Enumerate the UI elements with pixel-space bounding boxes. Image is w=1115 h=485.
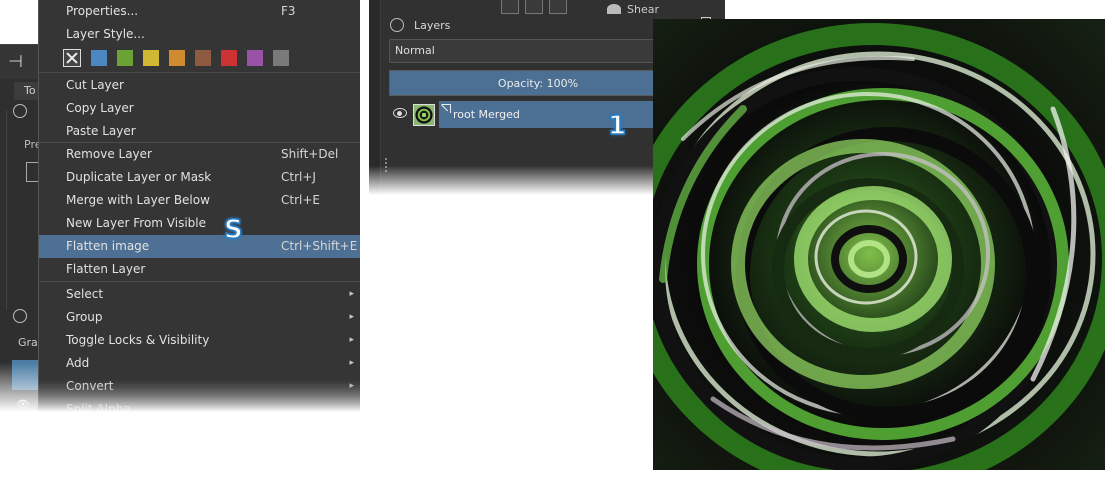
shear-icon	[607, 4, 621, 14]
opacity-slider[interactable]: Opacity: 100%	[389, 70, 687, 96]
menu-item-add[interactable]: Add ▸	[39, 352, 360, 375]
menu-item-flatten-image[interactable]: Flatten image Ctrl+Shift+E	[39, 235, 360, 258]
resize-grip[interactable]	[385, 158, 389, 172]
menu-item-flatten-layer[interactable]: Flatten Layer	[39, 258, 360, 281]
toolbar-button[interactable]	[525, 0, 543, 14]
color-label-green[interactable]	[117, 50, 133, 66]
color-label-yellow[interactable]	[143, 50, 159, 66]
color-label-blue[interactable]	[91, 50, 107, 66]
menu-item-paste-layer[interactable]: Paste Layer	[39, 120, 360, 143]
menu-item-new-layer-from-visible[interactable]: New Layer From Visible	[39, 212, 360, 235]
layers-title: Layers	[414, 19, 451, 32]
chevron-right-icon: ▸	[349, 335, 354, 345]
preset-box[interactable]	[26, 162, 38, 182]
crop-icon[interactable]: ⊣	[8, 52, 23, 72]
menu-item-remove-layer[interactable]: Remove Layer Shift+Del	[39, 143, 360, 166]
color-label-orange[interactable]	[169, 50, 185, 66]
color-label-gray[interactable]	[273, 50, 289, 66]
menu-item-toggle-locks[interactable]: Toggle Locks & Visibility ▸	[39, 329, 360, 352]
menu-item-group[interactable]: Group ▸	[39, 306, 360, 329]
eye-icon[interactable]: 👁	[16, 398, 30, 411]
selected-preset[interactable]	[12, 360, 38, 390]
menu-item-duplicate-layer[interactable]: Duplicate Layer or Mask Ctrl+J	[39, 166, 360, 189]
menu-item-split-alpha[interactable]: Split Alpha	[39, 398, 360, 421]
tab-tool-options[interactable]: To	[14, 82, 38, 100]
menu-item-copy-layer[interactable]: Copy Layer	[39, 97, 360, 120]
chevron-right-icon: ▸	[349, 358, 354, 368]
layer-type-icon	[442, 104, 451, 113]
annotation-badge-s: S	[223, 214, 243, 246]
menu-item-cut-layer[interactable]: Cut Layer	[39, 74, 360, 97]
color-label-purple[interactable]	[247, 50, 263, 66]
chevron-right-icon: ▸	[349, 289, 354, 299]
eye-icon[interactable]	[393, 108, 407, 118]
canvas-artwork[interactable]	[653, 19, 1105, 470]
lock-icon[interactable]	[390, 18, 404, 32]
lock-icon-2[interactable]	[13, 309, 27, 323]
menu-item-merge-down[interactable]: Merge with Layer Below Ctrl+E	[39, 189, 360, 212]
menu-item-convert[interactable]: Convert ▸	[39, 375, 360, 398]
chevron-right-icon: ▸	[349, 312, 354, 322]
layer-name[interactable]: root Merged	[453, 108, 520, 121]
toolbar-button[interactable]	[549, 0, 567, 14]
chevron-right-icon: ▸	[349, 381, 354, 391]
menu-item-select[interactable]: Select ▸	[39, 283, 360, 306]
blend-mode-select[interactable]: Normal	[389, 39, 697, 63]
lock-icon[interactable]	[13, 104, 27, 118]
toolbar-button[interactable]	[501, 0, 519, 14]
layer-context-menu: Properties... F3 Layer Style... Cut Laye…	[38, 0, 360, 416]
layer-thumbnail	[413, 104, 435, 126]
swirl-artwork-image	[653, 19, 1105, 470]
menu-item-properties[interactable]: Properties... F3	[39, 0, 360, 23]
color-label-brown[interactable]	[195, 50, 211, 66]
color-label-none[interactable]	[63, 49, 81, 67]
menu-item-layer-style[interactable]: Layer Style...	[39, 23, 360, 46]
color-label-red[interactable]	[221, 50, 237, 66]
annotation-badge-1: 1	[607, 110, 627, 142]
